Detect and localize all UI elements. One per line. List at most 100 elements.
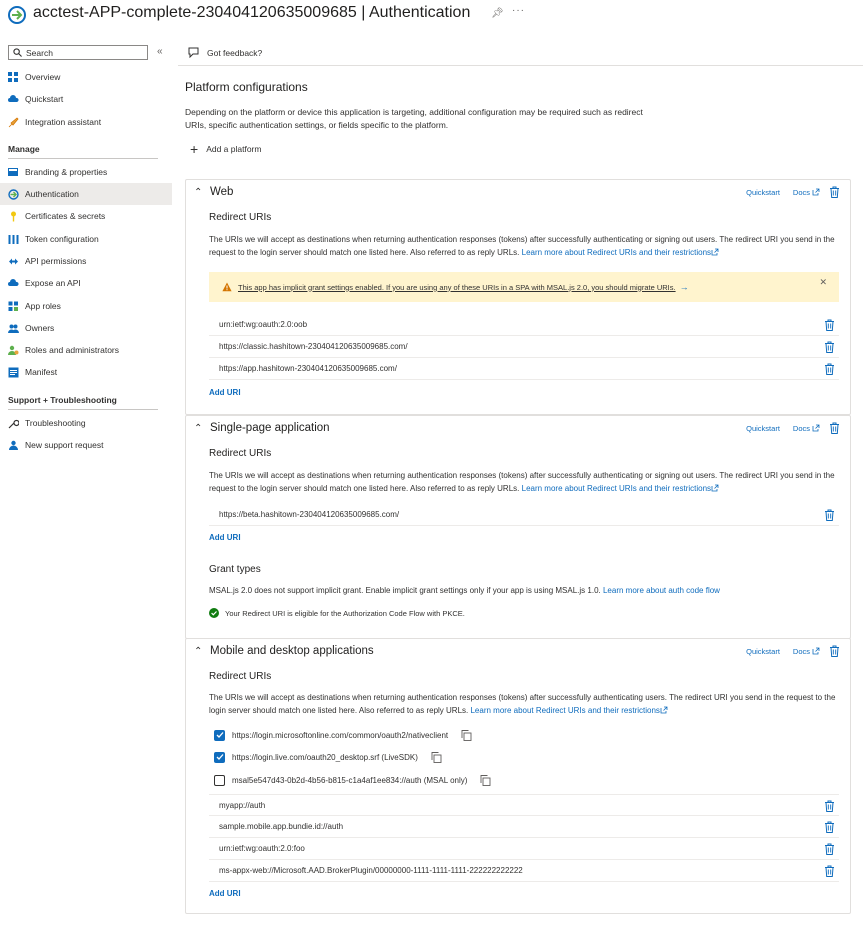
delete-platform-icon[interactable] (829, 645, 840, 657)
warning-text[interactable]: This app has implicit grant settings ena… (238, 283, 676, 292)
grid-icon (8, 71, 19, 83)
add-uri-button[interactable]: Add URI (209, 388, 241, 397)
feedback-icon (188, 47, 199, 58)
delete-uri-icon[interactable] (824, 363, 835, 375)
docs-label: Docs (792, 423, 810, 433)
sidebar-item-branding[interactable]: Branding & properties (0, 161, 172, 183)
grant-types-desc: MSAL.js 2.0 does not support implicit gr… (209, 584, 839, 597)
suggested-uri-value: https://login.live.com/oauth20_desktop.s… (232, 752, 418, 762)
delete-platform-icon[interactable] (829, 186, 840, 198)
wrench-icon (8, 418, 19, 429)
more-options-icon[interactable]: ··· (512, 5, 525, 16)
sidebar-item-overview[interactable]: Overview (0, 66, 172, 88)
quickstart-link[interactable]: Quickstart (746, 424, 780, 433)
sidebar-item-authentication[interactable]: Authentication (0, 183, 172, 205)
close-icon[interactable]: ✕ (819, 277, 827, 288)
redirect-uri-value: https://app.hashitown-230404120635009685… (219, 364, 397, 373)
copy-icon[interactable] (431, 751, 442, 763)
chevron-up-icon[interactable]: ⌃ (194, 423, 202, 434)
checkmark-icon (216, 732, 223, 738)
quickstart-link[interactable]: Quickstart (746, 188, 780, 197)
app-roles-icon (8, 301, 19, 312)
sidebar-item-integration-assistant[interactable]: Integration assistant (0, 111, 172, 133)
delete-platform-icon[interactable] (829, 422, 840, 434)
uri-checkbox[interactable] (214, 751, 225, 763)
quickstart-link[interactable]: Quickstart (746, 647, 780, 656)
suggested-uri-value: https://login.microsoftonline.com/common… (232, 730, 449, 740)
platform-configurations-title: Platform configurations (185, 80, 308, 94)
delete-uri-icon[interactable] (824, 800, 835, 812)
sidebar-item-label: Authentication (25, 189, 79, 199)
delete-uri-icon[interactable] (824, 319, 835, 331)
web-card-actions: Quickstart Docs (733, 186, 840, 198)
redirect-uri-row: sample.mobile.app.bundie.id://auth (209, 816, 839, 838)
spa-redirect-desc: The URIs we will accept as destinations … (209, 469, 839, 495)
external-link-icon (711, 484, 719, 492)
key-icon (8, 211, 19, 222)
copy-icon[interactable] (461, 729, 472, 741)
delete-uri-icon[interactable] (824, 341, 835, 353)
sidebar-item-label: Manifest (25, 367, 58, 377)
add-uri-button[interactable]: Add URI (209, 889, 241, 898)
sidebar-item-label: Owners (25, 323, 55, 333)
external-link-icon (812, 188, 820, 196)
sidebar-item-certificates[interactable]: Certificates & secrets (0, 205, 172, 227)
delete-uri-icon[interactable] (824, 843, 835, 855)
docs-link[interactable]: Docs (793, 424, 820, 433)
sidebar-item-troubleshooting[interactable]: Troubleshooting (0, 412, 172, 434)
uri-checkbox[interactable] (214, 774, 225, 786)
learn-more-redirect-link[interactable]: Learn more about Redirect URIs and their… (522, 484, 711, 493)
add-uri-button[interactable]: Add URI (209, 533, 241, 542)
delete-uri-icon[interactable] (824, 509, 835, 521)
pin-icon[interactable]: 📌︎ (491, 8, 504, 19)
learn-more-redirect-link[interactable]: Learn more about Redirect URIs and their… (522, 248, 711, 257)
add-platform-button[interactable]: + Add a platform (190, 142, 262, 156)
section-divider (8, 409, 158, 410)
delete-uri-icon[interactable] (824, 821, 835, 833)
mobile-redirect-uris-title: Redirect URIs (209, 671, 272, 682)
intro-text: Depending on the platform or device this… (185, 107, 643, 130)
sidebar-item-quickstart[interactable]: Quickstart (0, 88, 172, 110)
feedback-button[interactable]: Got feedback? (188, 47, 262, 58)
sidebar-item-api-permissions[interactable]: API permissions (0, 250, 172, 272)
collapse-sidebar-icon[interactable]: « (157, 46, 163, 57)
sidebar-item-token-configuration[interactable]: Token configuration (0, 228, 172, 250)
support-section-header: Support + Troubleshooting (8, 395, 117, 405)
sidebar-search[interactable] (8, 45, 148, 60)
delete-uri-icon[interactable] (824, 865, 835, 877)
chevron-up-icon[interactable]: ⌃ (194, 646, 202, 657)
chevron-up-icon[interactable]: ⌃ (194, 187, 202, 198)
docs-link[interactable]: Docs (793, 647, 820, 656)
sidebar-item-expose-api[interactable]: Expose an API (0, 272, 172, 294)
external-link-icon (812, 424, 820, 432)
redirect-uri-row: myapp://auth (209, 794, 839, 816)
mobile-card-title: Mobile and desktop applications (210, 645, 374, 657)
search-input[interactable] (26, 47, 146, 58)
sidebar-item-label: Token configuration (25, 234, 99, 244)
authentication-logo-icon (8, 6, 26, 24)
implicit-grant-warning: This app has implicit grant settings ena… (209, 272, 839, 302)
add-platform-label: Add a platform (206, 144, 262, 154)
copy-icon[interactable] (480, 774, 491, 786)
redirect-uri-row: https://beta.hashitown-23040412063500968… (209, 504, 839, 526)
feedback-label: Got feedback? (207, 47, 263, 58)
pkce-eligible-message: Your Redirect URI is eligible for the Au… (209, 608, 465, 618)
checkmark-icon (216, 754, 223, 760)
web-card-header[interactable]: ⌃ Web (194, 186, 233, 198)
learn-more-auth-code-link[interactable]: Learn more about auth code flow (603, 586, 720, 595)
docs-link[interactable]: Docs (793, 188, 820, 197)
spa-card-header[interactable]: ⌃ Single-page application (194, 422, 330, 434)
uri-checkbox[interactable] (214, 729, 225, 741)
learn-more-redirect-link[interactable]: Learn more about Redirect URIs and their… (470, 706, 659, 715)
sidebar-item-owners[interactable]: Owners (0, 317, 172, 339)
arrow-right-icon[interactable]: → (680, 282, 689, 292)
sidebar-item-label: Certificates & secrets (25, 211, 106, 221)
sidebar-item-app-roles[interactable]: App roles (0, 295, 172, 317)
grant-desc-text: MSAL.js 2.0 does not support implicit gr… (209, 586, 601, 595)
sidebar-item-new-support-request[interactable]: New support request (0, 434, 172, 456)
mobile-card-header[interactable]: ⌃ Mobile and desktop applications (194, 645, 374, 657)
sidebar-item-manifest[interactable]: Manifest (0, 361, 172, 383)
sidebar-item-label: Integration assistant (25, 117, 102, 127)
sidebar-item-roles-administrators[interactable]: Roles and administrators (0, 339, 172, 361)
sidebar-item-label: Branding & properties (25, 167, 108, 177)
